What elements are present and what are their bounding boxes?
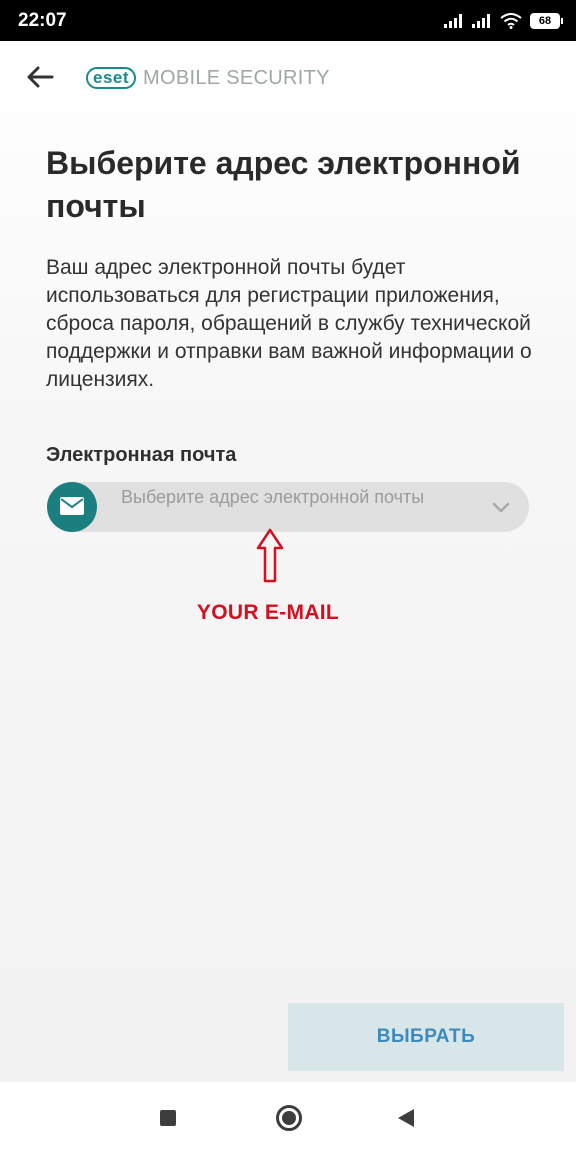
page-description: Ваш адрес электронной почты будет исполь… (46, 256, 532, 391)
choose-button[interactable]: ВЫБРАТЬ (288, 1003, 564, 1071)
email-select-placeholder: Выберите адрес электронной почты (121, 487, 425, 507)
mail-icon (60, 497, 84, 515)
signal-icon (444, 14, 462, 28)
eset-logo-badge: eset (86, 67, 137, 89)
email-select[interactable]: Выберите адрес электронной почты (47, 482, 529, 532)
logo-text: MOBILE SECURITY (143, 66, 330, 89)
recent-apps-icon[interactable] (160, 1110, 176, 1126)
page-title: Выберите адрес электронной почты (46, 145, 521, 224)
status-bar: 22:07 68 (0, 0, 576, 41)
annotation-label: YOUR E-MAIL (196, 601, 340, 624)
mail-icon-circle (47, 482, 97, 532)
signal-icon-2 (472, 14, 490, 28)
arrow-left-icon (27, 66, 54, 88)
app-logo: eset MOBILE SECURITY (86, 63, 330, 93)
wifi-icon (500, 13, 522, 29)
home-icon[interactable] (276, 1105, 302, 1131)
battery-indicator: 68 (530, 13, 563, 29)
main-content: eset MOBILE SECURITY Выберите адрес элек… (0, 41, 576, 1082)
status-icons: 68 (444, 11, 563, 31)
nav-back-icon[interactable] (398, 1109, 414, 1127)
status-time: 22:07 (18, 10, 67, 31)
app-bar: eset MOBILE SECURITY (0, 41, 576, 113)
back-button[interactable] (22, 59, 58, 95)
chevron-down-icon (492, 502, 510, 513)
annotation-arrow-icon (256, 528, 284, 583)
system-nav-bar (0, 1082, 576, 1152)
email-field-label: Электронная почта (46, 444, 237, 466)
